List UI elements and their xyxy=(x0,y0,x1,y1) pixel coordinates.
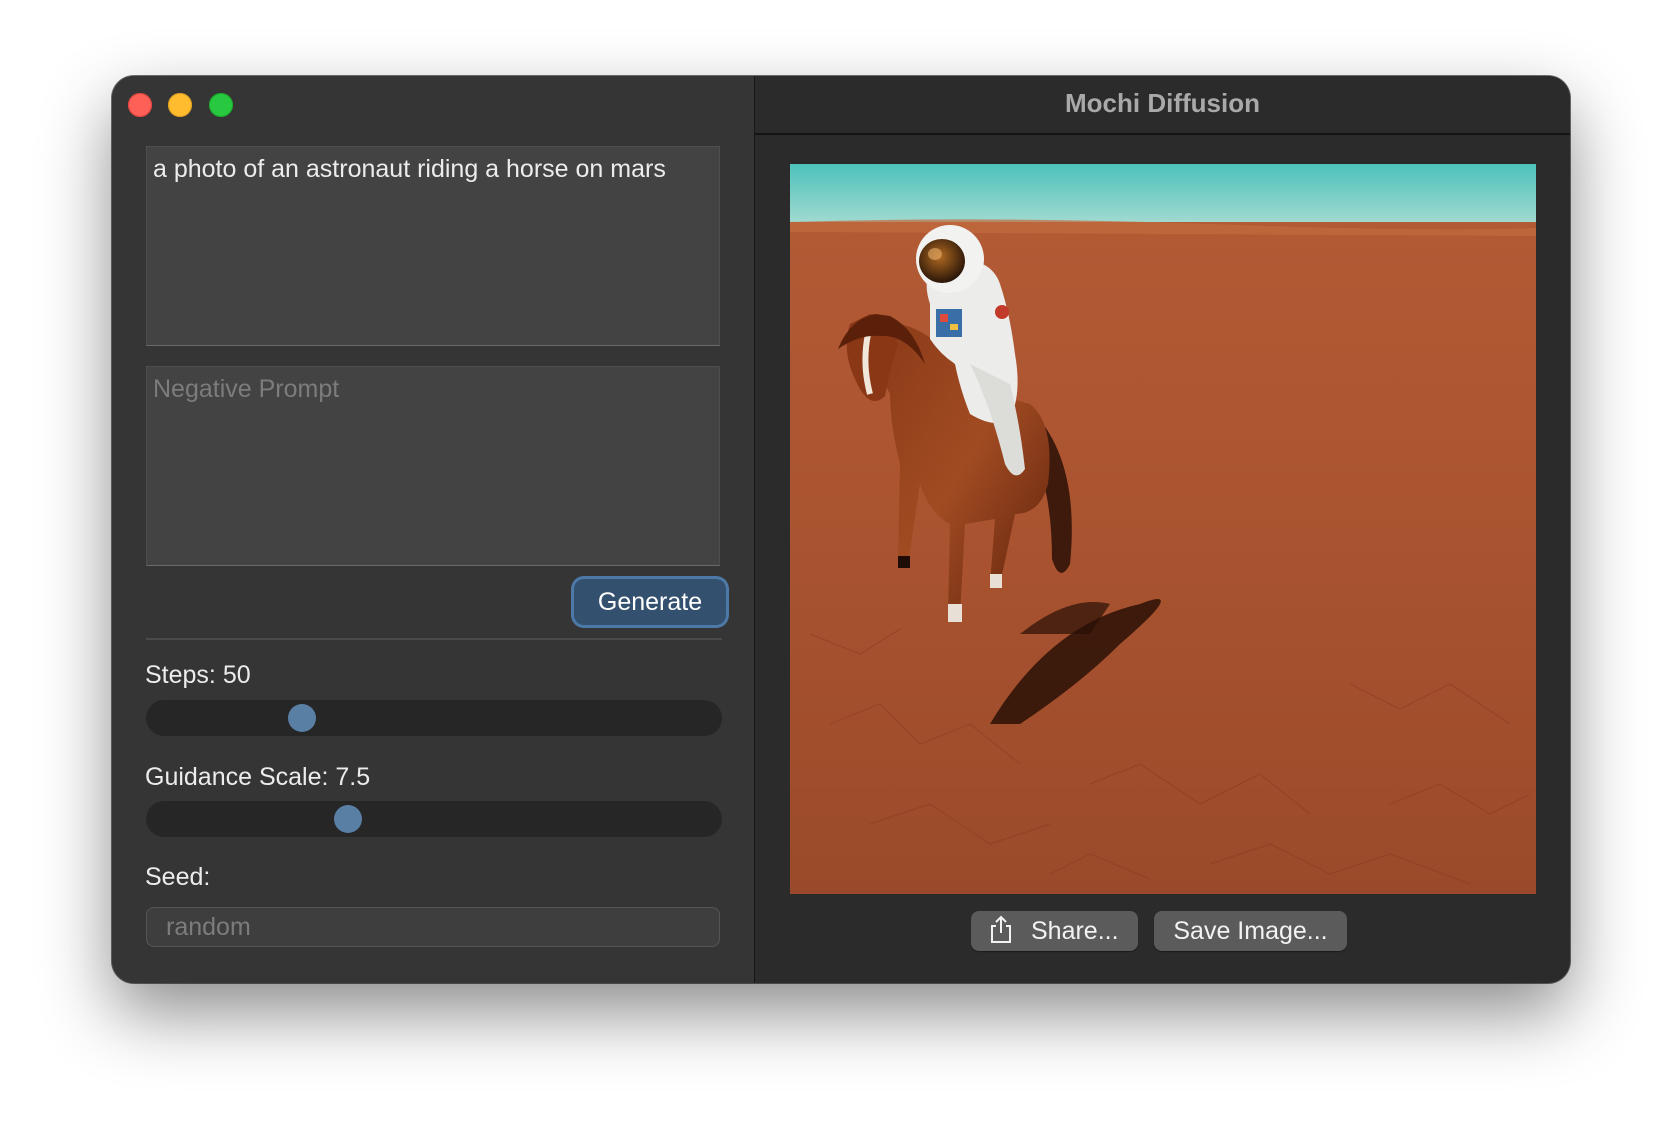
guidance-scale-slider-thumb[interactable] xyxy=(333,805,362,833)
seed-placeholder: random xyxy=(166,913,251,941)
guidance-scale-label: Guidance Scale: 7.5 xyxy=(145,763,371,791)
prompt-text: a photo of an astronaut riding a horse o… xyxy=(153,155,666,183)
sidebar: a photo of an astronaut riding a horse o… xyxy=(112,76,755,983)
steps-label: Steps: 50 xyxy=(145,661,251,689)
seed-label: Seed: xyxy=(145,863,211,891)
share-icon xyxy=(991,915,1011,943)
steps-slider[interactable] xyxy=(146,700,722,736)
window-title: Mochi Diffusion xyxy=(1065,88,1260,118)
detail-pane: Mochi Diffusion Share... Save Image... xyxy=(755,76,1570,983)
negative-prompt-placeholder: Negative Prompt xyxy=(153,375,340,403)
save-image-button[interactable]: Save Image... xyxy=(1154,911,1347,951)
share-button[interactable]: Share... xyxy=(971,911,1138,951)
negative-prompt-input[interactable]: Negative Prompt xyxy=(146,366,720,566)
close-window-button[interactable] xyxy=(128,93,152,117)
guidance-scale-slider[interactable] xyxy=(146,801,722,837)
seed-input[interactable]: random xyxy=(146,907,720,947)
share-button-label: Share... xyxy=(1031,917,1119,945)
sidebar-divider xyxy=(146,638,722,640)
generate-button[interactable]: Generate xyxy=(574,579,726,625)
app-window: a photo of an astronaut riding a horse o… xyxy=(112,76,1570,983)
steps-slider-thumb[interactable] xyxy=(287,704,316,732)
generated-image[interactable] xyxy=(790,164,1536,894)
titlebar: Mochi Diffusion xyxy=(755,76,1570,135)
zoom-window-button[interactable] xyxy=(209,93,233,117)
minimize-window-button[interactable] xyxy=(168,93,192,117)
prompt-input[interactable]: a photo of an astronaut riding a horse o… xyxy=(146,146,720,346)
generated-image-illustration xyxy=(790,164,1536,894)
